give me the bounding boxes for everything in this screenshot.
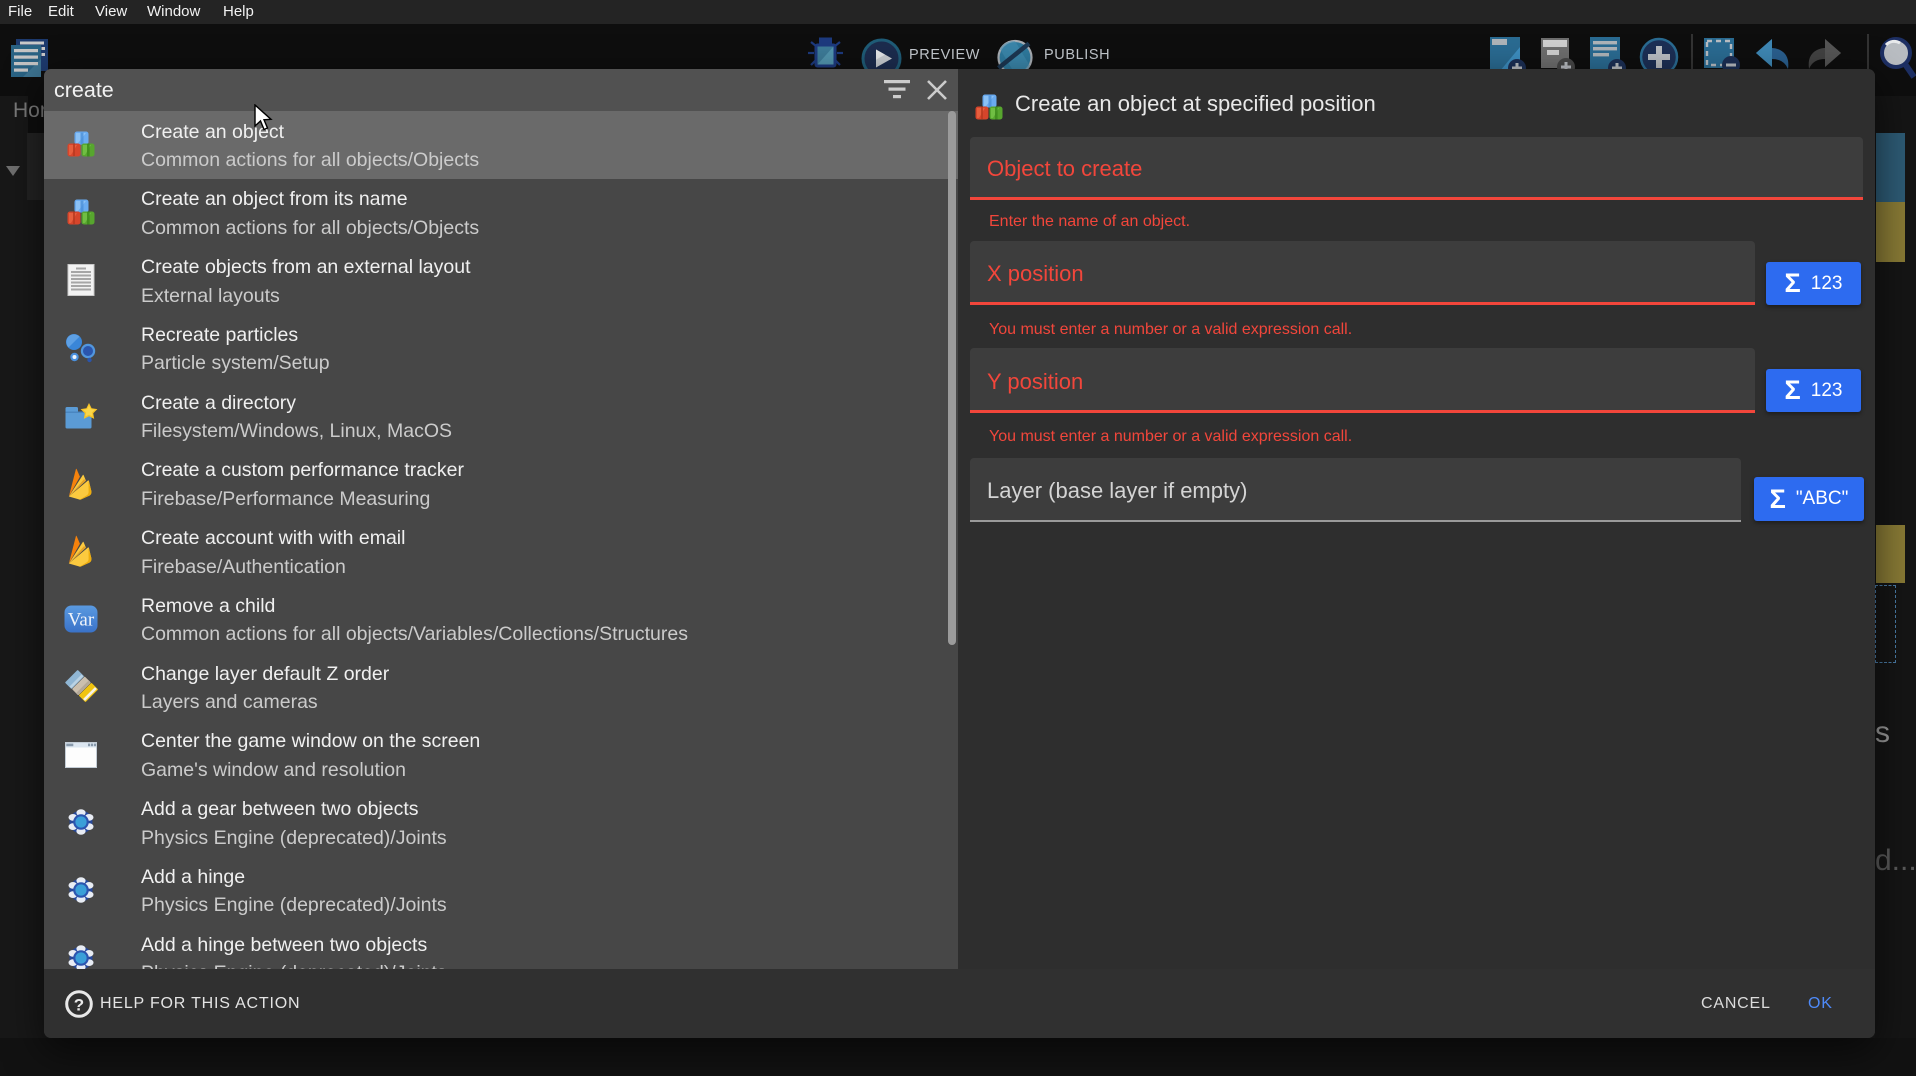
svg-text:Var: Var [68,610,95,631]
svg-text:?: ? [74,996,84,1015]
